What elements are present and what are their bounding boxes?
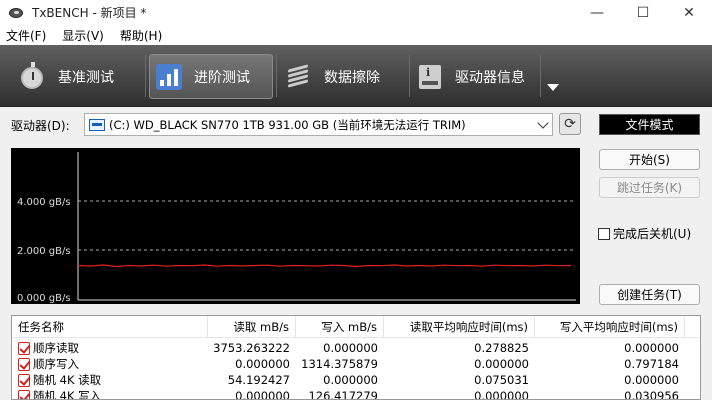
toolbar: 基准测试 进阶测试 数据擦除 驱动器信息 xyxy=(0,45,712,107)
start-button[interactable]: 开始(S) xyxy=(599,149,700,170)
col-read[interactable]: 读取 mB/s xyxy=(208,316,296,338)
tab-benchmark[interactable]: 基准测试 xyxy=(18,54,142,99)
menu-bar: 文件(F) 显示(V) 帮助(H) xyxy=(0,25,712,45)
task-name-cell: 随机 4K 写入 xyxy=(12,388,208,400)
table-cell: 126.417279 xyxy=(308,389,378,400)
drive-label: 驱动器(D): xyxy=(11,119,70,133)
task-name: 随机 4K 写入 xyxy=(33,389,102,400)
shutdown-label: 完成后关机(U) xyxy=(613,227,692,241)
throughput-graph: 4.000 gB/s 2.000 gB/s 0.000 gB/s xyxy=(11,148,580,304)
menu-view[interactable]: 显示(V) xyxy=(62,27,104,44)
table-cell: 0.278825 xyxy=(474,341,529,355)
table-cell: 0.000000 xyxy=(474,357,529,371)
bar-chart-icon xyxy=(154,62,184,92)
toolbar-separator xyxy=(276,55,277,97)
table-row[interactable]: 顺序写入 0.000000 1314.375879 0.000000 0.797184 xyxy=(12,356,700,372)
create-task-button[interactable]: 创建任务(T) xyxy=(599,284,700,305)
menu-help[interactable]: 帮助(H) xyxy=(120,27,162,44)
shutdown-checkbox[interactable] xyxy=(598,227,610,240)
graph-svg: 4.000 gB/s 2.000 gB/s 0.000 gB/s xyxy=(17,152,576,304)
table-cell: 0.000000 xyxy=(624,373,679,387)
tab-drive-info-label: 驱动器信息 xyxy=(455,69,525,86)
col-write[interactable]: 写入 mB/s xyxy=(296,316,384,338)
task-name: 随机 4K 读取 xyxy=(33,373,102,387)
table-cell: 54.192427 xyxy=(227,373,290,387)
task-checkbox-icon[interactable] xyxy=(18,389,30,399)
chevron-down-icon xyxy=(537,117,549,129)
tab-drive-info[interactable]: 驱动器信息 xyxy=(415,54,539,99)
col-task-name[interactable]: 任务名称 xyxy=(12,316,208,338)
menu-file[interactable]: 文件(F) xyxy=(6,27,46,44)
title-bar: TxBENCH - 新项目 * — ☐ ✕ xyxy=(0,0,712,25)
toolbar-separator xyxy=(409,55,410,97)
app-disk-icon xyxy=(8,5,24,21)
table-cell: 0.797184 xyxy=(624,357,679,371)
maximize-button[interactable]: ☐ xyxy=(620,0,666,25)
refresh-button[interactable]: ⟳ xyxy=(559,113,581,135)
y-tick-label-0: 0.000 gB/s xyxy=(17,293,71,304)
task-name: 顺序写入 xyxy=(33,357,79,371)
task-table: 任务名称 读取 mB/s 写入 mB/s 读取平均响应时间(ms) 写入平均响应… xyxy=(11,315,701,400)
toolbar-separator xyxy=(540,55,541,97)
col-write-latency[interactable]: 写入平均响应时间(ms) xyxy=(535,316,685,338)
task-name-cell: 顺序写入 xyxy=(12,356,208,372)
drive-icon xyxy=(89,118,105,131)
tab-advanced-test-label: 进阶测试 xyxy=(194,69,250,86)
drive-select-value: (C:) WD_BLACK SN770 1TB 931.00 GB (当前环境无… xyxy=(109,117,466,132)
task-checkbox-icon[interactable] xyxy=(18,373,30,387)
toolbar-separator xyxy=(145,55,146,97)
tab-advanced-test[interactable]: 进阶测试 xyxy=(149,54,273,99)
table-cell: 0.075031 xyxy=(474,373,529,387)
table-row[interactable]: 随机 4K 读取 54.192427 0.000000 0.075031 0.00000… xyxy=(12,372,700,388)
close-button[interactable]: ✕ xyxy=(666,0,712,25)
file-mode-button[interactable]: 文件模式 xyxy=(599,114,700,135)
task-name-cell: 随机 4K 读取 xyxy=(12,372,208,388)
throughput-series-line xyxy=(77,264,572,268)
y-tick-label-2: 2.000 gB/s xyxy=(17,246,71,257)
drive-select[interactable]: (C:) WD_BLACK SN770 1TB 931.00 GB (当前环境无… xyxy=(84,113,553,136)
stopwatch-icon xyxy=(18,61,48,92)
skip-task-button[interactable]: 跳过任务(K) xyxy=(599,177,700,198)
task-name: 顺序读取 xyxy=(33,341,79,355)
table-row[interactable]: 随机 4K 写入 0.000000 126.417279 0.000000 0.0309… xyxy=(12,388,700,400)
tab-benchmark-label: 基准测试 xyxy=(58,69,114,86)
table-cell: 0.000000 xyxy=(624,341,679,355)
minimize-button[interactable]: — xyxy=(574,0,620,25)
table-row[interactable]: 顺序读取 3753.263222 0.000000 0.278825 0.000000 xyxy=(12,340,700,356)
erase-icon xyxy=(284,62,314,92)
table-header: 任务名称 读取 mB/s 写入 mB/s 读取平均响应时间(ms) 写入平均响应… xyxy=(12,316,700,338)
table-cell: 0.030956 xyxy=(624,389,679,400)
drive-info-icon xyxy=(415,62,445,92)
toolbar-overflow-chevron-icon[interactable] xyxy=(547,84,559,91)
task-name-cell: 顺序读取 xyxy=(12,340,208,356)
table-cell: 0.000000 xyxy=(474,389,529,400)
window-title: TxBENCH - 新项目 * xyxy=(32,6,147,20)
shutdown-checkbox-row[interactable]: 完成后关机(U) xyxy=(598,225,691,242)
table-cell: 3753.263222 xyxy=(213,341,290,355)
task-checkbox-icon[interactable] xyxy=(18,341,30,355)
table-cell: 0.000000 xyxy=(235,357,290,371)
table-cell: 0.000000 xyxy=(323,341,378,355)
refresh-icon: ⟳ xyxy=(564,116,576,132)
table-cell: 0.000000 xyxy=(235,389,290,400)
table-cell: 1314.375879 xyxy=(301,357,378,371)
table-cell: 0.000000 xyxy=(323,373,378,387)
task-checkbox-icon[interactable] xyxy=(18,357,30,371)
tab-data-erase-label: 数据擦除 xyxy=(324,69,380,86)
y-tick-label-4: 4.000 gB/s xyxy=(17,197,71,208)
tab-data-erase[interactable]: 数据擦除 xyxy=(284,54,408,99)
col-read-latency[interactable]: 读取平均响应时间(ms) xyxy=(384,316,535,338)
